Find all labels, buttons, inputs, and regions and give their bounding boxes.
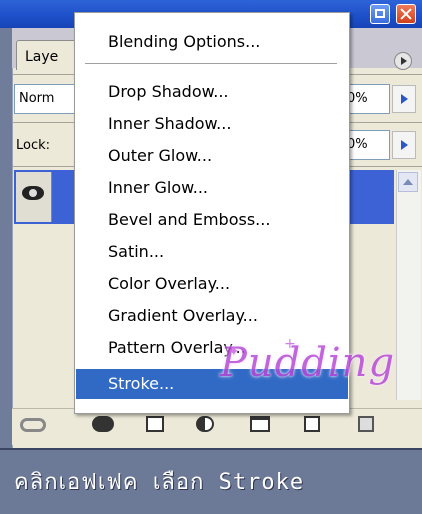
menu-item-satin[interactable]: Satin... — [76, 237, 348, 267]
trash-icon[interactable] — [358, 416, 374, 432]
close-button[interactable] — [396, 4, 416, 24]
adjustment-layer-icon[interactable] — [196, 416, 214, 432]
menu-separator — [85, 63, 337, 64]
menu-item-gradient-overlay[interactable]: Gradient Overlay... — [76, 301, 348, 331]
tutorial-caption: คลิกเอฟเฟค เลือก Stroke — [14, 470, 305, 495]
sparkle-icon: + — [284, 336, 296, 352]
sparkle-icon: · — [330, 360, 335, 376]
menu-item-blending-options[interactable]: Blending Options... — [76, 27, 348, 57]
add-layer-style-icon[interactable] — [92, 416, 114, 432]
pudding-watermark: Pudding — [220, 340, 396, 386]
opacity-field[interactable]: 0% — [346, 84, 390, 114]
menu-item-inner-glow[interactable]: Inner Glow... — [76, 173, 348, 203]
link-layers-icon[interactable] — [20, 418, 46, 432]
layers-scrollbar[interactable] — [396, 170, 421, 400]
lock-label: Lock: — [16, 138, 51, 153]
opacity-slider-button[interactable] — [392, 85, 416, 113]
minimize-button[interactable] — [370, 4, 390, 24]
menu-item-bevel-emboss[interactable]: Bevel and Emboss... — [76, 205, 348, 235]
new-layer-icon[interactable] — [304, 416, 320, 432]
eye-icon[interactable] — [22, 186, 44, 200]
sparkle-icon: ✦ — [228, 344, 240, 360]
new-group-icon[interactable] — [250, 416, 270, 432]
menu-item-color-overlay[interactable]: Color Overlay... — [76, 269, 348, 299]
menu-item-outer-glow[interactable]: Outer Glow... — [76, 141, 348, 171]
menu-item-inner-shadow[interactable]: Inner Shadow... — [76, 109, 348, 139]
fill-slider-button[interactable] — [392, 131, 416, 159]
panel-menu-button[interactable] — [394, 52, 412, 70]
blend-mode-select[interactable]: Norm — [14, 84, 76, 114]
menu-item-drop-shadow[interactable]: Drop Shadow... — [76, 77, 348, 107]
scroll-up-button[interactable] — [398, 172, 418, 192]
fill-field[interactable]: 0% — [346, 130, 390, 160]
add-mask-icon[interactable] — [146, 416, 164, 432]
